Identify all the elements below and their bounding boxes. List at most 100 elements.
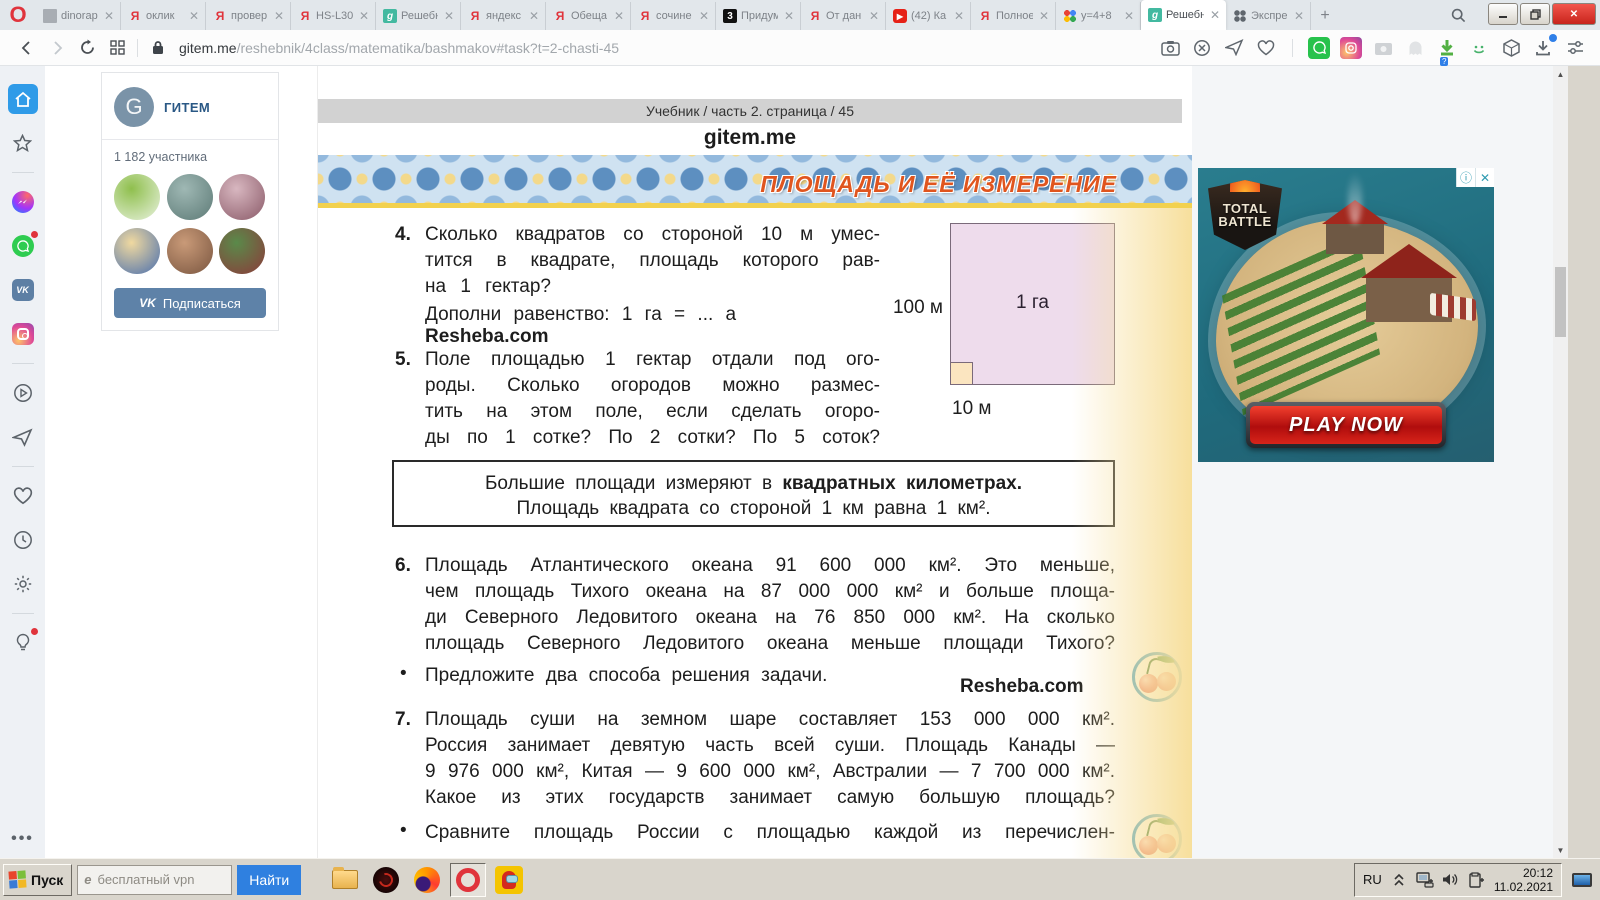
whatsapp-extension-icon[interactable] — [1308, 36, 1330, 59]
speed-dial-icon[interactable] — [102, 34, 132, 62]
start-button[interactable]: Пуск — [3, 863, 73, 896]
address-bar[interactable]: gitem.me/reshebnik/4class/matematika/bas… — [179, 34, 1153, 62]
savefrom-arrow-icon[interactable]: ? — [1436, 37, 1458, 66]
breadcrumb[interactable]: Учебник / часть 2. страница / 45 — [318, 99, 1182, 123]
ghost-extension-icon[interactable] — [1404, 37, 1426, 59]
extension-cube-icon[interactable] — [1500, 37, 1522, 59]
opera-taskbar-icon[interactable] — [450, 862, 487, 897]
tab-close-icon[interactable]: ✕ — [867, 9, 881, 23]
member-avatar[interactable] — [166, 228, 213, 274]
restore-button[interactable] — [1520, 3, 1550, 25]
tab-close-icon[interactable]: ✕ — [102, 9, 116, 23]
file-explorer-icon[interactable] — [327, 863, 363, 897]
tab-close-icon[interactable]: ✕ — [1292, 9, 1306, 23]
speed-dial-home-icon[interactable] — [7, 84, 38, 114]
tab-close-icon[interactable]: ✕ — [697, 9, 711, 23]
member-avatar[interactable] — [114, 228, 160, 274]
play-now-button[interactable]: PLAY NOW — [1246, 402, 1446, 448]
tab-close-icon[interactable]: ✕ — [357, 9, 371, 23]
ad-close-icon[interactable]: ✕ — [1475, 168, 1494, 187]
tab-close-icon[interactable]: ✕ — [612, 9, 626, 23]
scrollbar[interactable]: ▲ ▼ — [1553, 66, 1568, 858]
scroll-up-icon[interactable]: ▲ — [1553, 66, 1568, 82]
settings-sliders-icon[interactable] — [1564, 37, 1586, 59]
history-clock-icon[interactable] — [8, 525, 38, 555]
tab-close-icon[interactable]: ✕ — [1122, 9, 1136, 23]
installer-plug-icon[interactable] — [1468, 871, 1486, 889]
sidebar-more-icon[interactable]: ••• — [11, 830, 34, 848]
browser-tab[interactable]: Я Обеща ✕ — [546, 2, 631, 30]
tab-close-icon[interactable]: ✕ — [1208, 8, 1222, 22]
instagram-extension-icon[interactable] — [1340, 36, 1362, 59]
browser-tab[interactable]: g Решебн ✕ — [376, 2, 461, 30]
tab-close-icon[interactable]: ✕ — [187, 9, 201, 23]
tab-close-icon[interactable]: ✕ — [1037, 9, 1051, 23]
minimize-button[interactable] — [1488, 3, 1518, 25]
tab-close-icon[interactable]: ✕ — [527, 9, 541, 23]
taskbar-clock[interactable]: 20:12 11.02.2021 — [1494, 866, 1553, 894]
new-tab-button[interactable]: + — [1311, 2, 1339, 30]
member-avatar[interactable] — [166, 174, 213, 220]
tab-search-icon[interactable] — [1446, 3, 1470, 27]
game-launcher-icon[interactable] — [368, 863, 404, 897]
browser-tab[interactable]: Я Полное ✕ — [971, 2, 1056, 30]
tray-expand-icon[interactable] — [1390, 871, 1408, 889]
messenger-icon[interactable] — [8, 187, 38, 217]
browser-tab[interactable]: 3 Придум ✕ — [716, 2, 801, 30]
forward-icon[interactable] — [42, 34, 72, 62]
lock-icon[interactable] — [143, 34, 173, 62]
among-us-icon[interactable] — [491, 863, 527, 897]
back-icon[interactable] — [12, 34, 42, 62]
close-button[interactable]: ✕ — [1552, 3, 1596, 25]
browser-tab[interactable]: Я HS-L30 ✕ — [291, 2, 376, 30]
tab-close-icon[interactable]: ✕ — [782, 9, 796, 23]
browser-tab[interactable]: Я провер ✕ — [206, 2, 291, 30]
tips-lightbulb-icon[interactable] — [8, 628, 38, 658]
network-icon[interactable] — [1416, 871, 1434, 889]
find-button[interactable]: Найти — [237, 864, 302, 895]
browser-tab[interactable]: Я оклик ✕ — [121, 2, 206, 30]
personal-news-icon[interactable] — [8, 378, 38, 408]
member-avatar[interactable] — [219, 174, 266, 220]
vk-icon[interactable]: VK — [8, 275, 38, 305]
group-avatar[interactable]: G — [114, 87, 154, 127]
camera-gray-icon[interactable] — [1372, 37, 1394, 59]
browser-tab[interactable]: y=4+8 ✕ — [1056, 2, 1141, 30]
tab-close-icon[interactable]: ✕ — [272, 9, 286, 23]
scrollbar-thumb[interactable] — [1555, 267, 1566, 337]
tab-close-icon[interactable]: ✕ — [442, 9, 456, 23]
settings-gear-icon[interactable] — [8, 569, 38, 599]
smiley-extension-icon[interactable] — [1468, 37, 1490, 59]
my-flow-send-icon[interactable] — [1223, 37, 1245, 59]
snapshot-camera-icon[interactable] — [1159, 37, 1181, 59]
group-title[interactable]: ГИТЕМ — [164, 100, 210, 115]
total-battle-ad[interactable]: TOTAL BATTLE PLAY NOW ⓘ ✕ — [1198, 168, 1494, 462]
opera-logo-icon[interactable]: O — [0, 0, 36, 30]
browser-tab[interactable]: Я яндекс ✕ — [461, 2, 546, 30]
browser-tab[interactable]: dinorap ✕ — [36, 2, 121, 30]
language-indicator[interactable]: RU — [1363, 872, 1382, 887]
whatsapp-icon[interactable] — [8, 231, 38, 261]
likes-heart-icon[interactable] — [8, 481, 38, 511]
volume-icon[interactable] — [1442, 871, 1460, 889]
reload-icon[interactable] — [72, 34, 102, 62]
browser-tab[interactable]: ▶ (42) Ка ✕ — [886, 2, 971, 30]
downloads-icon[interactable] — [1532, 33, 1557, 59]
bookmark-heart-icon[interactable] — [1255, 37, 1277, 59]
browser-tab[interactable]: g Решебн ✕ — [1141, 0, 1226, 30]
member-avatar[interactable] — [114, 174, 160, 220]
instagram-icon[interactable] — [8, 319, 38, 349]
my-flow-icon[interactable] — [8, 422, 38, 452]
bookmarks-star-icon[interactable] — [8, 128, 38, 158]
taskbar-search-field[interactable]: e бесплатный vpn — [77, 864, 233, 895]
tab-close-icon[interactable]: ✕ — [952, 9, 966, 23]
show-desktop-button[interactable] — [1567, 865, 1597, 895]
adchoices-info-icon[interactable]: ⓘ — [1456, 168, 1475, 187]
browser-tab[interactable]: Я сочине ✕ — [631, 2, 716, 30]
vk-subscribe-button[interactable]: VK Подписаться — [114, 288, 266, 318]
firefox-icon[interactable] — [409, 863, 445, 897]
member-avatar[interactable] — [219, 228, 266, 274]
scroll-down-icon[interactable]: ▼ — [1553, 842, 1568, 858]
browser-tab[interactable]: Я От дан ✕ — [801, 2, 886, 30]
browser-tab[interactable]: Экспре ✕ — [1226, 2, 1311, 30]
